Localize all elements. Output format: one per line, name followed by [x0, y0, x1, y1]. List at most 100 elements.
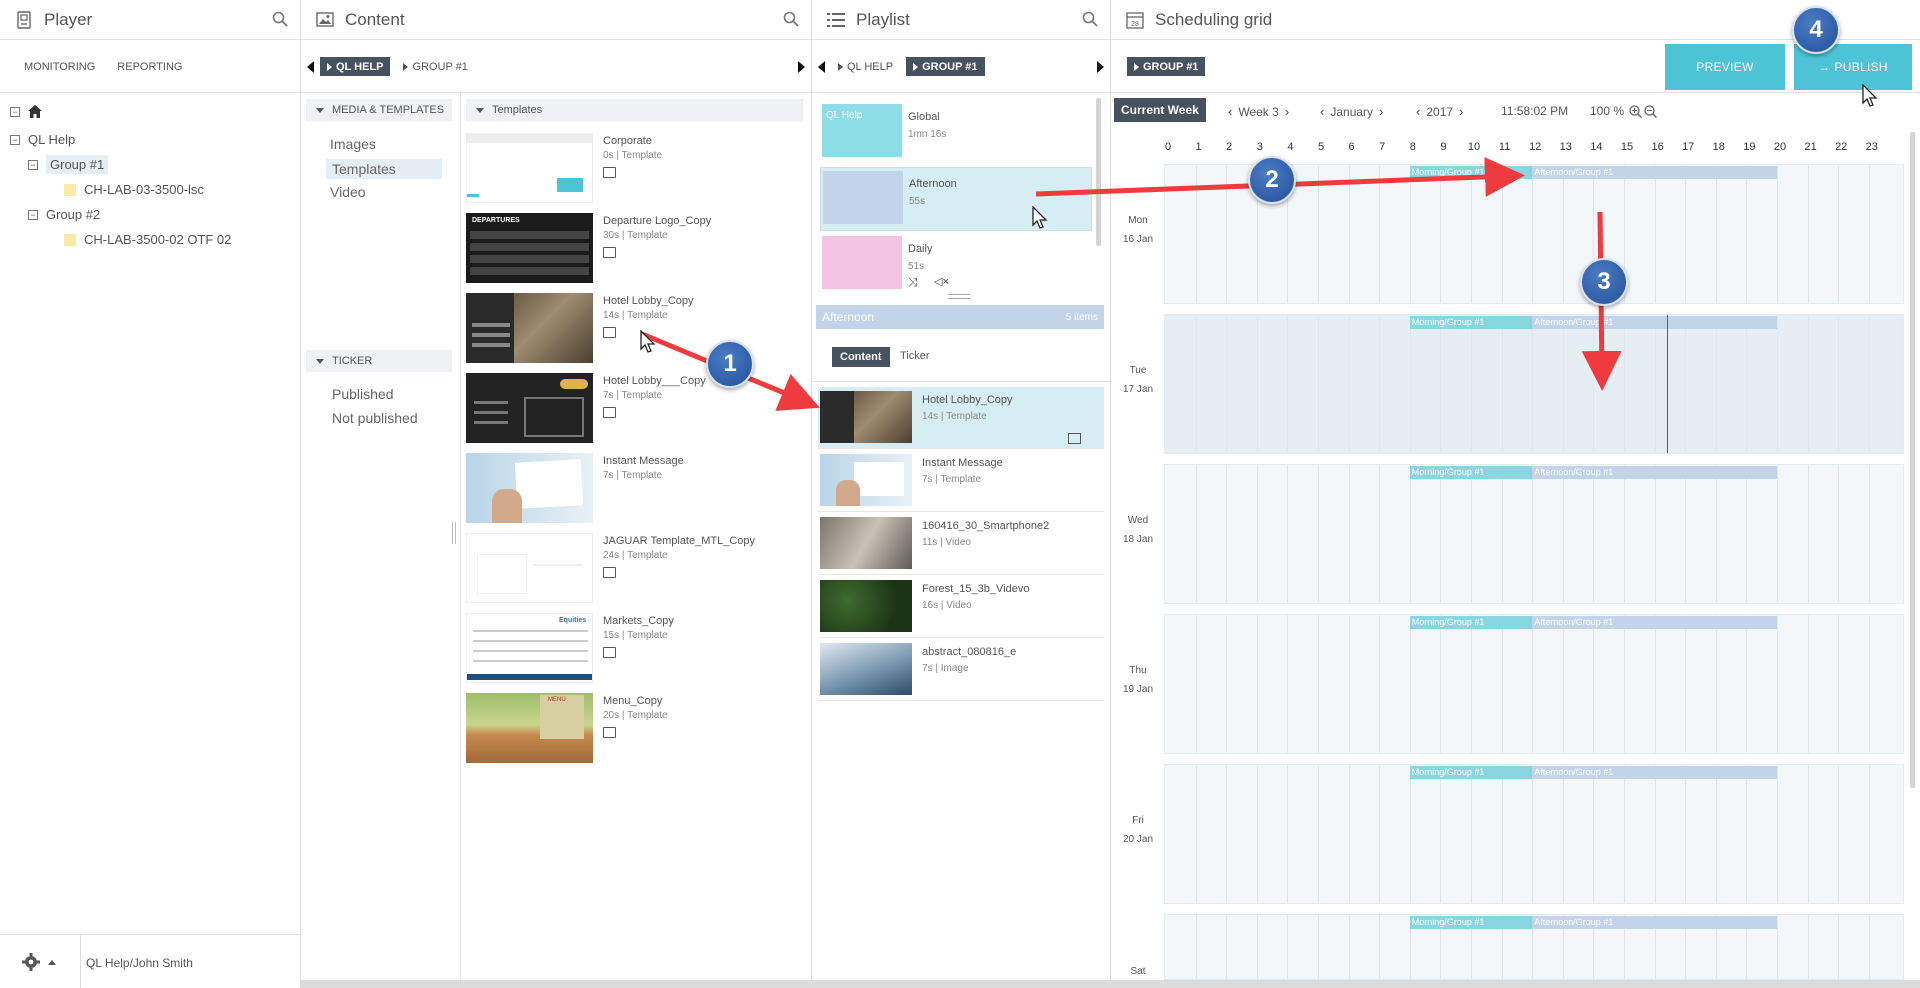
- tab-content[interactable]: Content: [832, 347, 890, 367]
- comment-icon[interactable]: [603, 567, 616, 578]
- schedule-block-afternoon[interactable]: Afternoon/Group #1: [1532, 766, 1777, 779]
- link-templates[interactable]: Templates: [326, 159, 442, 179]
- tree-item-group-2[interactable]: − Group #2: [28, 207, 100, 222]
- mute-icon[interactable]: ◁×: [934, 275, 949, 288]
- template-item[interactable]: DEPARTURES Departure Logo_Copy 30s | Tem…: [466, 213, 806, 293]
- comment-icon[interactable]: [603, 247, 616, 258]
- scroll-right-icon[interactable]: [798, 60, 805, 73]
- tree-item-group-1[interactable]: − Group #1: [28, 155, 109, 174]
- chevron-right-icon[interactable]: ›: [1459, 104, 1463, 119]
- schedule-block-afternoon[interactable]: Afternoon/Group #1: [1532, 466, 1777, 479]
- zoom-out-icon[interactable]: [1644, 104, 1658, 118]
- template-item[interactable]: JAGUAR Template_MTL_Copy 24s | Template: [466, 533, 806, 613]
- tab-ticker[interactable]: Ticker: [900, 350, 930, 362]
- template-item[interactable]: Hotel Lobby___Copy 7s | Template: [466, 373, 806, 453]
- day-row[interactable]: Morning/Group #1 Afternoon/Group #1: [1164, 914, 1904, 980]
- scroll-left-icon[interactable]: [307, 60, 314, 73]
- day-row[interactable]: Morning/Group #1 Afternoon/Group #1: [1164, 614, 1904, 754]
- day-row[interactable]: Morning/Group #1 Afternoon/Group #1: [1164, 464, 1904, 604]
- caret-up-icon[interactable]: [48, 959, 56, 965]
- collapse-icon[interactable]: −: [28, 209, 38, 220]
- schedule-block-morning[interactable]: Morning/Group #1: [1409, 616, 1533, 629]
- comment-icon[interactable]: [603, 727, 616, 738]
- search-icon[interactable]: [272, 11, 290, 29]
- chevron-right-icon[interactable]: ›: [1379, 104, 1383, 119]
- settings-menu[interactable]: [22, 953, 56, 971]
- link-images[interactable]: Images: [330, 136, 376, 152]
- scroll-left-icon[interactable]: [818, 60, 825, 73]
- current-week-button[interactable]: Current Week: [1114, 98, 1206, 122]
- playlist-item-afternoon[interactable]: Afternoon 55s: [820, 167, 1092, 231]
- schedule-block-morning[interactable]: Morning/Group #1: [1409, 466, 1533, 479]
- crumb-group-1[interactable]: GROUP #1: [906, 57, 985, 76]
- horizontal-scrollbar[interactable]: [301, 980, 1920, 988]
- content-item[interactable]: Forest_15_3b_Videvo 16s | Video: [818, 576, 1104, 638]
- template-item[interactable]: Hotel Lobby_Copy 14s | Template: [466, 293, 806, 373]
- section-ticker[interactable]: TICKER: [306, 350, 452, 372]
- day-row[interactable]: Morning/Group #1 Afternoon/Group #1: [1164, 764, 1904, 904]
- resize-handle[interactable]: [948, 294, 970, 299]
- search-icon[interactable]: [783, 11, 801, 29]
- tree-item-device-1[interactable]: CH-LAB-03-3500-lsc: [64, 182, 204, 197]
- schedule-block-afternoon[interactable]: Afternoon/Group #1: [1532, 316, 1777, 329]
- collapse-icon[interactable]: −: [28, 159, 38, 170]
- scroll-right-icon[interactable]: [1097, 60, 1104, 73]
- template-item[interactable]: Equities Markets_Copy 15s | Template: [466, 613, 806, 693]
- schedule-block-morning[interactable]: Morning/Group #1: [1409, 916, 1533, 929]
- hour-label: 4: [1287, 141, 1294, 153]
- zoom-in-icon[interactable]: [1629, 104, 1643, 118]
- tree-item-ql-help[interactable]: − QL Help: [10, 132, 75, 147]
- link-published[interactable]: Published: [332, 386, 394, 402]
- comment-icon[interactable]: [603, 647, 616, 658]
- section-media-templates[interactable]: MEDIA & TEMPLATES: [306, 99, 452, 121]
- tree-item-device-2[interactable]: CH-LAB-3500-02 OTF 02: [64, 232, 231, 247]
- comment-icon[interactable]: [1068, 433, 1081, 444]
- schedule-block-morning[interactable]: Morning/Group #1: [1409, 766, 1533, 779]
- chevron-left-icon[interactable]: ‹: [1320, 104, 1324, 119]
- scrollbar[interactable]: [1910, 132, 1915, 788]
- splitter-handle[interactable]: [452, 522, 456, 544]
- playlist-item-global[interactable]: QL Help Global 1mn 16s: [820, 101, 1092, 163]
- crumb-group-1[interactable]: GROUP #1: [396, 57, 474, 76]
- day-of-week: Wed: [1127, 515, 1149, 526]
- content-item[interactable]: Instant Message 7s | Template: [818, 450, 1104, 512]
- template-item[interactable]: Instant Message 7s | Template: [466, 453, 806, 533]
- crumb-ql-help[interactable]: QL HELP: [320, 57, 391, 76]
- crumb-ql-help[interactable]: QL HELP: [831, 57, 900, 76]
- content-item[interactable]: Hotel Lobby_Copy 14s | Template: [818, 387, 1104, 449]
- link-not-published[interactable]: Not published: [332, 410, 418, 426]
- content-item[interactable]: 160416_30_Smartphone2 11s | Video: [818, 513, 1104, 575]
- comment-icon[interactable]: [603, 327, 616, 338]
- schedule-block-afternoon[interactable]: Afternoon/Group #1: [1532, 616, 1777, 629]
- gear-icon[interactable]: [22, 953, 40, 971]
- crumb-group-1[interactable]: GROUP #1: [1127, 57, 1206, 76]
- day-row[interactable]: Morning/Group #1 Afternoon/Group #1: [1164, 314, 1904, 454]
- schedule-block-morning[interactable]: Morning/Group #1: [1409, 316, 1533, 329]
- section-templates[interactable]: Templates: [466, 99, 803, 121]
- search-icon[interactable]: [1082, 11, 1100, 29]
- hour-gridline: [1256, 765, 1258, 903]
- tab-reporting[interactable]: REPORTING: [117, 61, 182, 73]
- comment-icon[interactable]: [603, 167, 616, 178]
- collapse-icon[interactable]: −: [10, 134, 20, 145]
- shuffle-icon[interactable]: ⤨: [908, 275, 918, 290]
- scrollbar[interactable]: [1096, 98, 1101, 246]
- schedule-block-morning[interactable]: Morning/Group #1: [1409, 166, 1533, 179]
- tree-home[interactable]: −: [10, 105, 42, 118]
- comment-icon[interactable]: [603, 407, 616, 418]
- chevron-left-icon[interactable]: ‹: [1416, 104, 1420, 119]
- link-video[interactable]: Video: [330, 184, 366, 200]
- template-item[interactable]: MENU Menu_Copy 20s | Template: [466, 693, 806, 773]
- schedule-block-afternoon[interactable]: Afternoon/Group #1: [1532, 916, 1777, 929]
- content-item[interactable]: abstract_080816_e 7s | Image: [818, 639, 1104, 701]
- day-label: Wed 18 Jan: [1118, 511, 1158, 549]
- tab-monitoring[interactable]: MONITORING: [24, 61, 95, 73]
- chevron-right-icon[interactable]: ›: [1285, 104, 1289, 119]
- chevron-left-icon[interactable]: ‹: [1228, 104, 1232, 119]
- preview-button[interactable]: PREVIEW: [1665, 44, 1785, 90]
- divider: [811, 0, 812, 988]
- template-item[interactable]: Corporate 0s | Template: [466, 133, 806, 213]
- collapse-icon[interactable]: −: [10, 106, 20, 117]
- schedule-block-afternoon[interactable]: Afternoon/Group #1: [1532, 166, 1777, 179]
- playlist-item-daily[interactable]: Daily 51s ⤨ ◁×: [820, 233, 1092, 295]
